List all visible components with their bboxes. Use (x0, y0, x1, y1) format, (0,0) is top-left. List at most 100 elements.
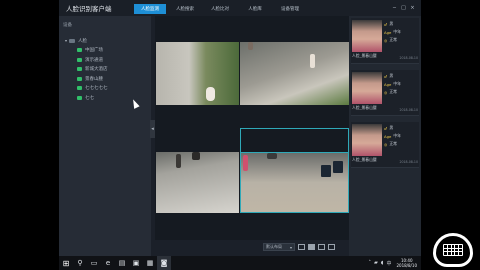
clock[interactable]: 10:40 2018/8/10 (396, 258, 417, 268)
app-icon[interactable]: ▦ (143, 256, 157, 270)
device-item-label: 演示通道 (85, 57, 103, 63)
card-caption: 人脸_景春山腰 (352, 105, 377, 110)
main-tabs: 人脸监测 人脸搜索 人脸比对 人脸库 设备管理 (134, 4, 309, 14)
keyboard-keys (444, 245, 462, 255)
device-item[interactable]: 景春山腰 (59, 74, 151, 84)
scene-person (267, 153, 277, 159)
video-cell-3[interactable] (156, 152, 239, 213)
device-item[interactable]: 新城大酒店 (59, 65, 151, 75)
clock-date: 2018/8/10 (396, 263, 417, 268)
store-icon[interactable]: ▣ (129, 256, 143, 270)
age-attr: Age 中年 (384, 133, 401, 139)
recognition-card[interactable]: ♂ 男 Age 中年 ◎ 正常 人脸_景春山腰 2018-08-10 (351, 122, 419, 168)
device-sidebar: 设备 ▾ 人脸 中国广场 演示通道 新城大酒店 景春山腰 七七七七七 七七 (59, 16, 151, 256)
ime-icon[interactable]: 中 (386, 260, 391, 267)
male-icon: ♂ (384, 21, 388, 27)
maximize-button[interactable]: □ (399, 4, 408, 12)
keyboard-icon (443, 244, 463, 256)
search-icon[interactable]: ⚲ (73, 256, 87, 270)
scene-person (248, 42, 253, 50)
device-item[interactable]: 中国广场 (59, 46, 151, 56)
camera-online-icon (77, 95, 82, 100)
tab-face-monitor[interactable]: 人脸监测 (134, 4, 166, 14)
video-cell-4-top (240, 128, 349, 153)
age-label: Age (384, 81, 392, 87)
window-controls: − □ × (390, 4, 417, 12)
scene-bin (333, 161, 343, 173)
gender-attr: ♂ 男 (384, 125, 393, 131)
app-window: 人脸识别客户端 人脸监测 人脸搜索 人脸比对 人脸库 设备管理 − □ × 设备… (59, 0, 421, 256)
gender-value: 男 (389, 125, 394, 130)
camera-online-icon (77, 86, 82, 91)
tab-device-manage[interactable]: 设备管理 (274, 4, 306, 14)
age-value: 中年 (393, 133, 401, 138)
video-grid (155, 16, 349, 240)
age-label: Age (384, 29, 392, 35)
video-cell-2[interactable] (240, 42, 349, 105)
age-attr: Age 中年 (384, 81, 401, 87)
age-label: Age (384, 133, 392, 139)
sidebar-header: 设备 (63, 23, 72, 28)
tree-root[interactable]: ▾ 人脸 (59, 36, 151, 46)
device-item-label: 中国广场 (85, 48, 103, 54)
gender-value: 男 (389, 21, 394, 26)
explorer-icon[interactable]: ▤ (115, 256, 129, 270)
recognition-card[interactable]: ♂ 男 Age 中年 ◎ 正常 人脸_景春山腰 2018-08-10 (351, 70, 419, 116)
glasses-value: 正常 (389, 89, 397, 94)
glasses-icon: ◎ (384, 141, 388, 147)
device-item-label: 新城大酒店 (85, 67, 108, 73)
layout-select[interactable]: 默认布局 ▾ (263, 243, 295, 251)
tree-root-label: 人脸 (78, 38, 88, 44)
layout-select-value: 默认布局 (266, 244, 282, 249)
scene-person (243, 155, 248, 171)
card-time: 2018-08-10 (399, 56, 418, 60)
active-app-icon[interactable]: ◙ (157, 256, 171, 270)
video-cell-4[interactable] (240, 152, 349, 213)
camera-online-icon (77, 57, 82, 62)
glasses-value: 正常 (389, 37, 397, 42)
card-caption: 人脸_景春山腰 (352, 53, 377, 58)
device-item[interactable]: 演示通道 (59, 55, 151, 65)
scene-bin (321, 165, 331, 177)
glasses-icon: ◎ (384, 89, 388, 95)
task-view-icon[interactable]: ▭ (87, 256, 101, 270)
glasses-attr: ◎ 正常 (384, 37, 397, 43)
scene-person (176, 154, 181, 168)
device-item-label: 七七 (85, 95, 94, 101)
screen: 人脸识别客户端 人脸监测 人脸搜索 人脸比对 人脸库 设备管理 − □ × 设备… (0, 0, 480, 270)
tab-face-library[interactable]: 人脸库 (239, 4, 271, 14)
volume-icon[interactable]: ◖ (381, 260, 384, 266)
windows-start-icon[interactable]: ⊞ (59, 256, 73, 270)
card-time: 2018-08-10 (399, 160, 418, 164)
face-snapshot (352, 72, 382, 104)
gender-value: 男 (389, 73, 394, 78)
minimize-button[interactable]: − (390, 4, 399, 12)
close-button[interactable]: × (408, 4, 417, 12)
scene-person (206, 87, 215, 101)
gender-attr: ♂ 男 (384, 73, 393, 79)
video-cell-1[interactable] (156, 42, 239, 105)
app-title: 人脸识别客户端 (66, 5, 112, 13)
scene-person (192, 152, 200, 160)
tab-face-search[interactable]: 人脸搜索 (169, 4, 201, 14)
edge-icon[interactable]: e (101, 256, 115, 270)
layout-2x2-button[interactable] (308, 244, 315, 250)
recognition-card[interactable]: ♂ 男 Age 中年 ◎ 正常 人脸_景春山腰 2018-08-10 (351, 18, 419, 64)
layout-3x3-button[interactable] (318, 244, 325, 250)
face-snapshot (352, 124, 382, 156)
device-item-label: 七七七七七 (85, 86, 108, 92)
card-time: 2018-08-10 (399, 108, 418, 112)
male-icon: ♂ (384, 73, 388, 79)
camera-online-icon (77, 48, 82, 53)
device-item[interactable]: 七七七七七 (59, 84, 151, 94)
tray-arrow-icon[interactable]: ˄ (368, 260, 371, 266)
age-attr: Age 中年 (384, 29, 401, 35)
tab-face-compare[interactable]: 人脸比对 (204, 4, 236, 14)
view-toolbar: 默认布局 ▾ (155, 240, 349, 256)
network-icon[interactable]: ▰ (374, 260, 378, 266)
device-tree: ▾ 人脸 中国广场 演示通道 新城大酒店 景春山腰 七七七七七 七七 (59, 36, 151, 103)
layout-4x4-button[interactable] (328, 244, 335, 250)
keyboard-toggle-button[interactable] (433, 233, 473, 267)
layout-1x1-button[interactable] (298, 244, 305, 250)
expand-caret-icon[interactable]: ▾ (65, 38, 67, 43)
